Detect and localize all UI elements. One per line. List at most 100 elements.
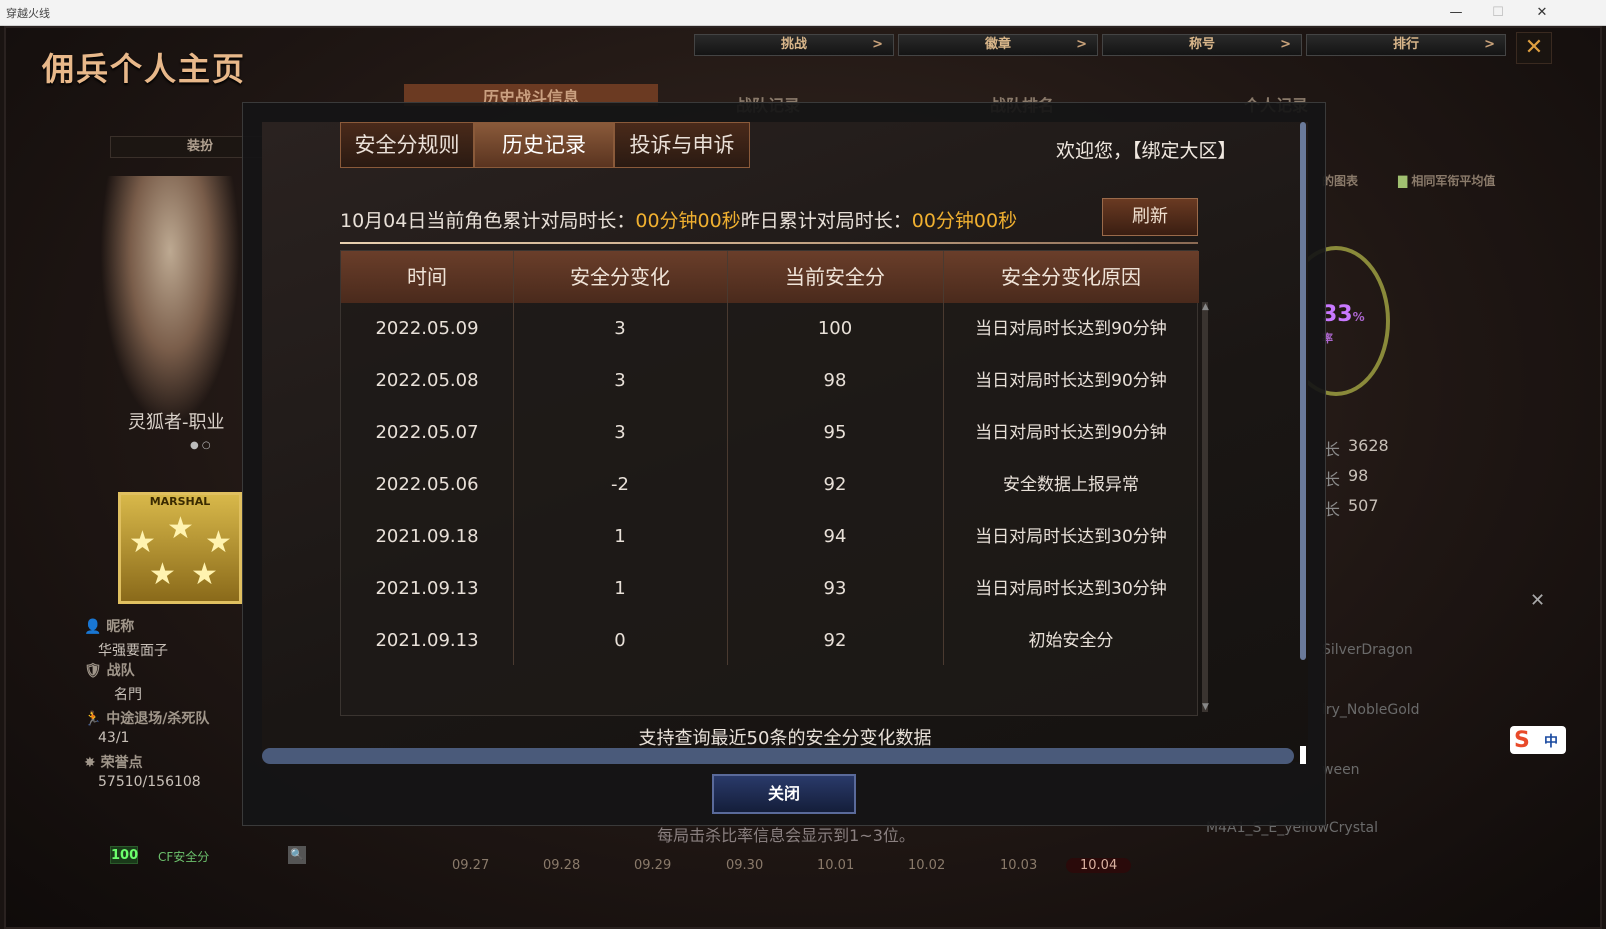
date-tick[interactable]: 10.02 [908, 858, 945, 873]
cell-current: 98 [823, 370, 847, 391]
cell-reason: 当日对局时长达到30分钟 [975, 579, 1167, 599]
topnav-label: 排行 [1392, 37, 1419, 52]
topnav-badge[interactable]: 徽章 > [898, 34, 1098, 56]
cell-time: 2022.05.07 [375, 422, 479, 443]
table-row: 2021.09.13 1 93 当日对局时长达到30分钟 [341, 563, 1199, 615]
cell-time: 2021.09.18 [375, 526, 479, 547]
topnav-challenge[interactable]: 挑战 > [694, 34, 894, 56]
window-close-button[interactable]: ✕ [1522, 2, 1562, 24]
chevron-right-icon: > [1076, 37, 1087, 52]
star-icon: ★ [205, 525, 232, 560]
tab-complaint[interactable]: 投诉与申诉 [614, 122, 750, 168]
chevron-right-icon: > [1280, 37, 1291, 52]
topnav-label: 徽章 [984, 37, 1011, 52]
stat-label: 长 [1324, 470, 1341, 489]
info-label-team: 🛡 战队 [84, 663, 135, 679]
refresh-button[interactable]: 刷新 [1102, 198, 1198, 236]
table-row: 2021.09.18 1 94 当日对局时长达到30分钟 [341, 511, 1199, 563]
cell-current: 92 [823, 630, 847, 651]
character-portrait [100, 176, 240, 426]
stat-value: 507 [1348, 496, 1379, 515]
topnav-title[interactable]: 称号 > [1102, 34, 1302, 56]
close-button[interactable]: 关闭 [712, 774, 856, 814]
scroll-up-icon[interactable]: ▲ [1202, 302, 1209, 312]
col-header-change: 安全分变化 [570, 265, 670, 289]
cell-reason: 初始安全分 [1028, 631, 1114, 651]
table-header: 时间 安全分变化 当前安全分 安全分变化原因 [341, 251, 1199, 303]
cell-current: 94 [823, 526, 847, 547]
cell-change: -2 [611, 474, 629, 495]
cell-current: 100 [817, 318, 853, 339]
info-value-honor: 57510/156108 [98, 774, 201, 790]
cell-time: 2021.09.13 [375, 630, 479, 651]
badge-label: MARSHAL [149, 495, 211, 508]
rank-badge: MARSHAL ★ ★ ★ ★ ★ [118, 492, 242, 604]
cell-time: 2022.05.08 [375, 370, 479, 391]
legend-average-label: 相同军衔平均值 [1411, 174, 1496, 188]
gauge-number: 33 [1322, 302, 1353, 327]
gauge-percent: % [1352, 310, 1365, 324]
search-icon[interactable]: 🔍 [288, 846, 306, 864]
date-tick[interactable]: 10.03 [1000, 858, 1037, 873]
cell-change: 3 [614, 318, 626, 339]
maximize-button[interactable]: ☐ [1478, 2, 1518, 24]
summary-today-label: 10月04日当前角色累计对局时长： [340, 210, 636, 232]
gauge-value: 33% [1322, 302, 1365, 327]
page-close-button[interactable]: ✕ [1516, 32, 1552, 64]
col-header-reason: 安全分变化原因 [1001, 265, 1141, 289]
cell-change: 1 [614, 578, 626, 599]
date-tick[interactable]: 09.30 [726, 858, 763, 873]
stat-value: 3628 [1348, 436, 1389, 455]
stat-label: 长 [1324, 500, 1341, 519]
star-icon: ★ [129, 525, 156, 560]
horizontal-scrollbar[interactable] [262, 748, 1294, 764]
carousel-dots[interactable]: ● ○ [190, 440, 211, 451]
playtime-summary: 10月04日当前角色累计对局时长：00分钟00秒昨日累计对局时长：00分钟00秒 [340, 206, 1017, 233]
ime-indicator[interactable]: S 中 [1510, 726, 1566, 754]
minimize-button[interactable]: — [1436, 2, 1476, 24]
col-header-time: 时间 [407, 265, 447, 289]
table-row: 2022.05.08 3 98 当日对局时长达到90分钟 [341, 355, 1199, 407]
info-value-leave: 43/1 [98, 730, 130, 746]
cell-time: 2022.05.09 [375, 318, 479, 339]
page-title: 佣兵个人主页 [42, 50, 247, 88]
app-title: 穿越火线 [6, 7, 50, 20]
cell-reason: 当日对局时长达到30分钟 [975, 527, 1167, 547]
tab-safety-rules[interactable]: 安全分规则 [340, 122, 474, 168]
legend-average: ▇ 相同军衔平均值 [1398, 172, 1495, 189]
star-icon: ★ [167, 511, 194, 546]
info-value-team: 名門 [114, 687, 142, 703]
scrollbar-end [1300, 746, 1306, 764]
topnav-ranking[interactable]: 排行 > [1306, 34, 1506, 56]
window-titlebar: 穿越火线 — ☐ ✕ [0, 0, 1606, 26]
player-name: SilverDragon [1322, 642, 1413, 658]
chevron-right-icon: > [1484, 37, 1495, 52]
cell-current: 93 [823, 578, 847, 599]
tab-history[interactable]: 历史记录 [474, 122, 614, 168]
info-label-honor: ✸ 荣誉点 [84, 755, 143, 771]
table-scrollbar[interactable] [1202, 302, 1208, 712]
legend-chart: 的图表 [1322, 174, 1359, 188]
character-name: 灵狐者-职业 [128, 412, 225, 433]
vertical-scrollbar[interactable] [1300, 122, 1306, 660]
table-row: 2022.05.09 3 100 当日对局时长达到90分钟 [341, 303, 1199, 355]
date-tick[interactable]: 09.28 [543, 858, 580, 873]
cell-reason: 当日对局时长达到90分钟 [975, 371, 1167, 391]
chevron-right-icon: > [872, 37, 883, 52]
cell-change: 3 [614, 370, 626, 391]
info-label-leave: 🏃 中途退场/杀死队 [84, 711, 210, 727]
star-icon: ★ [191, 557, 218, 592]
cell-change: 3 [614, 422, 626, 443]
cell-change: 1 [614, 526, 626, 547]
scroll-down-icon[interactable]: ▼ [1202, 702, 1209, 712]
date-tick-active[interactable]: 10.04 [1066, 858, 1132, 873]
date-tick[interactable]: 10.01 [817, 858, 854, 873]
table-row: 2022.05.07 3 95 当日对局时长达到90分钟 [341, 407, 1199, 459]
player-name: ween [1322, 762, 1360, 778]
cell-time: 2021.09.13 [375, 578, 479, 599]
date-tick[interactable]: 09.27 [452, 858, 489, 873]
cell-current: 92 [823, 474, 847, 495]
date-tick[interactable]: 09.29 [634, 858, 671, 873]
table-row: 2022.05.06 -2 92 安全数据上报异常 [341, 459, 1199, 511]
side-close-icon[interactable]: ✕ [1530, 590, 1545, 611]
